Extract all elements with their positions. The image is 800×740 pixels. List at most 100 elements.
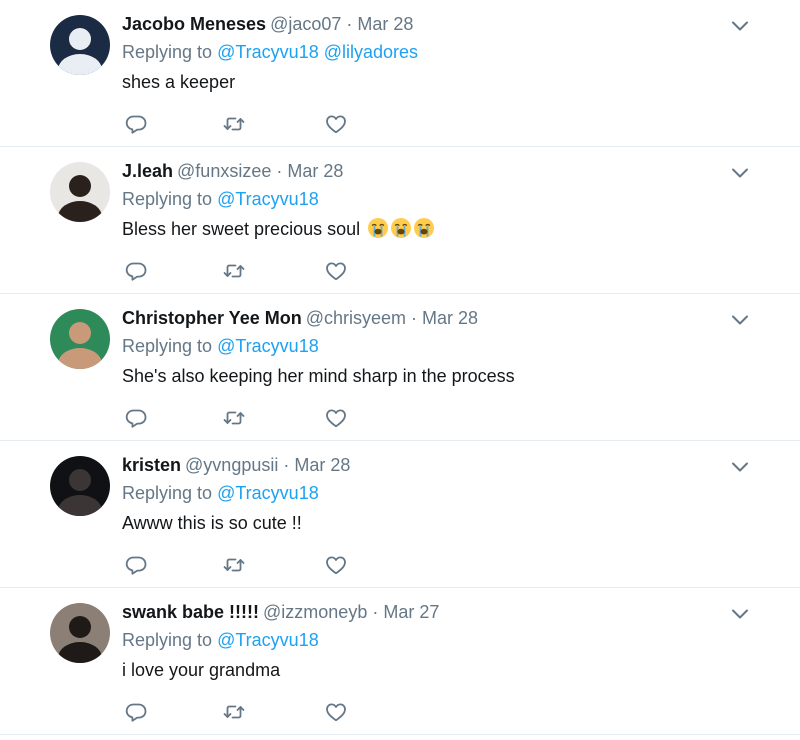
retweet-icon[interactable]: [222, 259, 246, 283]
mentions: @Tracyvu18: [217, 189, 319, 209]
replying-to: Replying to @Tracyvu18: [122, 478, 730, 508]
chevron-down-icon[interactable]: [730, 16, 750, 36]
tweet-text: She's also keeping her mind sharp in the…: [122, 361, 730, 391]
mention-link[interactable]: @Tracyvu18: [217, 336, 319, 356]
replying-to: Replying to @Tracyvu18 @lilyadores: [122, 37, 730, 67]
display-name[interactable]: Jacobo Meneses: [122, 14, 266, 34]
mention-link[interactable]: @Tracyvu18: [217, 630, 319, 650]
tweet-content: Jacobo Meneses @jaco07 · Mar 28 Replying …: [122, 11, 730, 97]
loudly-crying-face-emoji: [367, 217, 389, 239]
tweet-actions: [124, 259, 364, 283]
tweet-actions: [124, 700, 364, 724]
reply-tweet: J.leah @funxsizee · Mar 28 Replying to @T…: [0, 147, 800, 294]
replying-to-label: Replying to: [122, 189, 213, 209]
reply-tweet: Christopher Yee Mon @chrisyeem · Mar 28 R…: [0, 294, 800, 441]
heart-icon[interactable]: [324, 406, 348, 430]
avatar[interactable]: [50, 603, 110, 663]
reply-tweet: kristen @yvngpusii · Mar 28 Replying to @…: [0, 441, 800, 588]
tweet-text-body: She's also keeping her mind sharp in the…: [122, 366, 515, 386]
display-name[interactable]: kristen: [122, 455, 181, 475]
user-handle[interactable]: @yvngpusii: [185, 455, 278, 475]
separator-dot: ·: [411, 308, 418, 328]
replying-to-label: Replying to: [122, 630, 213, 650]
display-name[interactable]: swank babe !!!!!: [122, 602, 259, 622]
avatar[interactable]: [50, 456, 110, 516]
chevron-down-icon[interactable]: [730, 457, 750, 477]
tweet-text-body: shes a keeper: [122, 72, 236, 92]
tweet-content: kristen @yvngpusii · Mar 28 Replying to @…: [122, 452, 730, 538]
retweet-icon[interactable]: [222, 406, 246, 430]
replying-to-label: Replying to: [122, 336, 213, 356]
tweet-content: Christopher Yee Mon @chrisyeem · Mar 28 R…: [122, 305, 730, 391]
tweet-actions: [124, 112, 364, 136]
tweet-header: Christopher Yee Mon @chrisyeem · Mar 28: [122, 305, 730, 331]
retweet-icon[interactable]: [222, 700, 246, 724]
tweet-text: shes a keeper: [122, 67, 730, 97]
loudly-crying-face-emoji: [413, 217, 435, 239]
chevron-down-icon[interactable]: [730, 310, 750, 330]
mention-link[interactable]: @Tracyvu18: [217, 189, 319, 209]
tweet-text: Awww this is so cute !!: [122, 508, 730, 538]
tweet-text-body: Bless her sweet precious soul: [122, 219, 361, 239]
reply-icon[interactable]: [124, 553, 148, 577]
tweet-actions: [124, 406, 364, 430]
tweet-date[interactable]: Mar 28: [294, 455, 350, 475]
tweet-header: kristen @yvngpusii · Mar 28: [122, 452, 730, 478]
separator-dot: ·: [283, 455, 290, 475]
loudly-crying-face-emoji: [390, 217, 412, 239]
tweet-header: J.leah @funxsizee · Mar 28: [122, 158, 730, 184]
replying-to-label: Replying to: [122, 42, 213, 62]
tweet-header: swank babe !!!!! @izzmoneyb · Mar 27: [122, 599, 730, 625]
heart-icon[interactable]: [324, 259, 348, 283]
reply-tweet: swank babe !!!!! @izzmoneyb · Mar 27 Repl…: [0, 588, 800, 735]
heart-icon[interactable]: [324, 112, 348, 136]
avatar[interactable]: [50, 15, 110, 75]
replying-to: Replying to @Tracyvu18: [122, 184, 730, 214]
retweet-icon[interactable]: [222, 553, 246, 577]
mentions: @Tracyvu18: [217, 483, 319, 503]
tweet-date[interactable]: Mar 27: [383, 602, 439, 622]
reply-icon[interactable]: [124, 406, 148, 430]
mention-link[interactable]: @lilyadores: [324, 42, 418, 62]
tweet-actions: [124, 553, 364, 577]
tweet-date[interactable]: Mar 28: [422, 308, 478, 328]
tweet-content: swank babe !!!!! @izzmoneyb · Mar 27 Repl…: [122, 599, 730, 685]
chevron-down-icon[interactable]: [730, 163, 750, 183]
mentions: @Tracyvu18 @lilyadores: [217, 42, 418, 62]
reply-icon[interactable]: [124, 259, 148, 283]
user-handle[interactable]: @jaco07: [270, 14, 341, 34]
tweet-text-body: Awww this is so cute !!: [122, 513, 302, 533]
display-name[interactable]: J.leah: [122, 161, 173, 181]
mention-link[interactable]: @Tracyvu18: [217, 42, 319, 62]
tweet-header: Jacobo Meneses @jaco07 · Mar 28: [122, 11, 730, 37]
reply-tweet: Jacobo Meneses @jaco07 · Mar 28 Replying …: [0, 0, 800, 147]
mentions: @Tracyvu18: [217, 336, 319, 356]
reply-feed: Jacobo Meneses @jaco07 · Mar 28 Replying …: [0, 0, 800, 735]
tweet-emojis: [367, 217, 436, 239]
replying-to: Replying to @Tracyvu18: [122, 625, 730, 655]
display-name[interactable]: Christopher Yee Mon: [122, 308, 302, 328]
mention-link[interactable]: @Tracyvu18: [217, 483, 319, 503]
separator-dot: ·: [276, 161, 283, 181]
replying-to: Replying to @Tracyvu18: [122, 331, 730, 361]
user-handle[interactable]: @funxsizee: [177, 161, 271, 181]
separator-dot: ·: [372, 602, 379, 622]
heart-icon[interactable]: [324, 700, 348, 724]
user-handle[interactable]: @chrisyeem: [306, 308, 406, 328]
heart-icon[interactable]: [324, 553, 348, 577]
tweet-text: i love your grandma: [122, 655, 730, 685]
tweet-date[interactable]: Mar 28: [357, 14, 413, 34]
avatar[interactable]: [50, 162, 110, 222]
separator-dot: ·: [346, 14, 353, 34]
mentions: @Tracyvu18: [217, 630, 319, 650]
retweet-icon[interactable]: [222, 112, 246, 136]
avatar[interactable]: [50, 309, 110, 369]
tweet-text-body: i love your grandma: [122, 660, 281, 680]
user-handle[interactable]: @izzmoneyb: [263, 602, 367, 622]
reply-icon[interactable]: [124, 112, 148, 136]
tweet-date[interactable]: Mar 28: [287, 161, 343, 181]
replying-to-label: Replying to: [122, 483, 213, 503]
reply-icon[interactable]: [124, 700, 148, 724]
chevron-down-icon[interactable]: [730, 604, 750, 624]
tweet-text: Bless her sweet precious soul: [122, 214, 730, 244]
